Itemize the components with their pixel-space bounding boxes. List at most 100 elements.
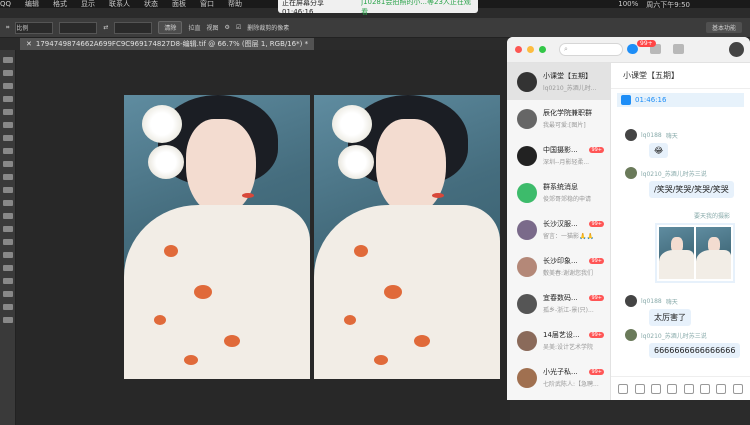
- avatar[interactable]: [625, 129, 637, 141]
- screen-share-notice[interactable]: 01:46:16: [617, 93, 744, 107]
- blur-tool-icon[interactable]: [2, 213, 13, 219]
- conversation-avatar: [517, 219, 537, 240]
- zoom-tool-icon[interactable]: [2, 304, 13, 310]
- image-icon[interactable]: [683, 383, 694, 394]
- conversation-item[interactable]: 14届艺设... 吴美:设计艺术学院 99+: [507, 322, 610, 359]
- crop-tool-icon[interactable]: [2, 109, 13, 115]
- unread-badge: 99+: [589, 369, 604, 375]
- share-viewers: j10281会拍照的小...等23人正在观看: [361, 0, 471, 16]
- message-bubble[interactable]: 6666666666666666: [649, 343, 741, 358]
- menubar-status: 100% 周六下午9:50: [618, 0, 690, 8]
- conversation-item[interactable]: 宜春数码... 孤乡-浙江-景(只)... 99+: [507, 285, 610, 322]
- image-message[interactable]: [655, 223, 735, 283]
- search-icon: ⌕: [564, 45, 568, 53]
- menu-item-panel[interactable]: 面板: [172, 0, 186, 8]
- menu-item-edit[interactable]: 编辑: [25, 0, 39, 8]
- avatar[interactable]: [625, 329, 637, 341]
- conversation-item[interactable]: 长沙汉服... 留言：一猫影🙏🙏 99+: [507, 211, 610, 248]
- gear-icon[interactable]: ⚙: [224, 24, 229, 31]
- conversation-item[interactable]: 小光子私... 七阶武陈人:【急聘... 99+: [507, 359, 610, 396]
- apps-icon[interactable]: [673, 44, 684, 54]
- close-icon[interactable]: ✕: [26, 40, 32, 48]
- avatar[interactable]: [729, 42, 744, 57]
- hand-tool-icon[interactable]: [2, 291, 13, 297]
- crop-icon[interactable]: ⌗: [6, 24, 9, 32]
- shape-tool-icon[interactable]: [2, 278, 13, 284]
- menu-item-qq[interactable]: QQ: [0, 0, 11, 8]
- stamp-tool-icon[interactable]: [2, 161, 13, 167]
- message-bubble[interactable]: 😂: [649, 143, 669, 158]
- message-badge: 99+: [637, 40, 656, 47]
- chat-panel: 小课堂【五期】 01:46:16 lq0188 嗨天 😂 lq0210_苏酒儿时苏…: [611, 63, 750, 400]
- conversation-item[interactable]: 中国摄影... 深圳--月影轻柔... 99+: [507, 137, 610, 174]
- menu-item-view[interactable]: 显示: [81, 0, 95, 8]
- eraser-tool-icon[interactable]: [2, 187, 13, 193]
- brush-tool-icon[interactable]: [2, 148, 13, 154]
- menu-item-status[interactable]: 状态: [144, 0, 158, 8]
- pen-tool-icon[interactable]: [2, 239, 13, 245]
- clear-button[interactable]: 清除: [158, 21, 183, 34]
- chat-toolbar: [611, 376, 750, 400]
- close-window-icon[interactable]: [515, 46, 522, 53]
- unread-badge: 99+: [589, 221, 604, 227]
- conversation-avatar: [517, 367, 537, 388]
- ratio-select[interactable]: 比例: [15, 21, 54, 34]
- avatar[interactable]: [625, 295, 637, 307]
- workspace-select[interactable]: 基本功能: [705, 22, 742, 33]
- ps-options-bar: ⌗ 比例 ⇄ 清除 拉直 视图 ⚙ ☑ 删除裁剪的像素: [0, 18, 750, 38]
- message-bubble[interactable]: 太厉害了: [649, 309, 691, 326]
- healing-tool-icon[interactable]: [2, 135, 13, 141]
- minimize-window-icon[interactable]: [527, 46, 534, 53]
- message-bubble[interactable]: /笑哭/笑哭/笑哭/笑哭: [649, 181, 734, 198]
- message-sender: 要天我的摄影: [693, 213, 730, 220]
- messages-icon[interactable]: [627, 44, 638, 54]
- document-title: 1794749874662A699FC9C969174827D8-编辑.tif …: [35, 40, 309, 48]
- height-field[interactable]: [114, 21, 153, 34]
- conversation-avatar: [517, 108, 537, 129]
- qq-titlebar: ⌕ 99+: [507, 37, 750, 63]
- zoom-window-icon[interactable]: [539, 46, 546, 53]
- dodge-tool-icon[interactable]: [2, 226, 13, 232]
- message: lq0210_苏酒儿时苏三说 /笑哭/笑哭/笑哭/笑哭: [611, 167, 750, 198]
- scissors-icon[interactable]: [634, 383, 645, 394]
- swap-icon[interactable]: ⇄: [103, 24, 108, 31]
- width-field[interactable]: [59, 21, 98, 34]
- history-icon[interactable]: [732, 383, 743, 394]
- color-swatch-icon[interactable]: [2, 317, 13, 323]
- path-select-icon[interactable]: [2, 265, 13, 271]
- ps-toolbar: [0, 50, 16, 425]
- menu-item-format[interactable]: 格式: [53, 0, 67, 8]
- quick-select-tool-icon[interactable]: [2, 96, 13, 102]
- eyedropper-tool-icon[interactable]: [2, 122, 13, 128]
- delete-pixels-checkbox[interactable]: ☑: [236, 24, 241, 31]
- video-icon[interactable]: [700, 383, 711, 394]
- delete-pixels-label: 删除裁剪的像素: [247, 25, 290, 32]
- folder-icon[interactable]: [667, 383, 678, 394]
- lasso-tool-icon[interactable]: [2, 83, 13, 89]
- menu-item-contacts[interactable]: 联系人: [109, 0, 130, 8]
- ps-canvas[interactable]: [16, 50, 510, 425]
- conversation-item[interactable]: 长沙印象... 敷美春:谢谢您我们 99+: [507, 248, 610, 285]
- type-tool-icon[interactable]: [2, 252, 13, 258]
- view-label[interactable]: 视图: [206, 23, 218, 32]
- document-tab[interactable]: ✕ 1794749874662A699FC9C969174827D8-编辑.ti…: [20, 38, 315, 50]
- history-brush-icon[interactable]: [2, 174, 13, 180]
- screen-share-banner[interactable]: 正在屏幕分享 01:46:16 j10281会拍照的小...等23人正在观看: [278, 0, 478, 16]
- menu-item-window[interactable]: 窗口: [200, 0, 214, 8]
- move-tool-icon[interactable]: [2, 57, 13, 63]
- conversation-avatar: [517, 71, 537, 92]
- battery-text: 100%: [618, 0, 639, 8]
- conversation-item[interactable]: 群系统消息 俊郊哥郊稳的申请: [507, 174, 610, 211]
- search-input[interactable]: ⌕: [559, 43, 623, 56]
- gradient-tool-icon[interactable]: [2, 200, 13, 206]
- straighten-label[interactable]: 拉直: [188, 23, 200, 32]
- message: lq0210_苏酒儿时苏三说 6666666666666666: [611, 329, 750, 358]
- conversation-item[interactable]: 小课堂【五期】 lq0210_苏酒儿时...: [507, 63, 610, 100]
- menu-item-help[interactable]: 帮助: [228, 0, 242, 8]
- file-icon[interactable]: [650, 383, 661, 394]
- avatar[interactable]: [625, 167, 637, 179]
- marquee-tool-icon[interactable]: [2, 70, 13, 76]
- conversation-item[interactable]: 辰化学院兼职群 我最可爱:[图片]: [507, 100, 610, 137]
- phone-icon[interactable]: [716, 383, 727, 394]
- emoji-icon[interactable]: [618, 383, 629, 394]
